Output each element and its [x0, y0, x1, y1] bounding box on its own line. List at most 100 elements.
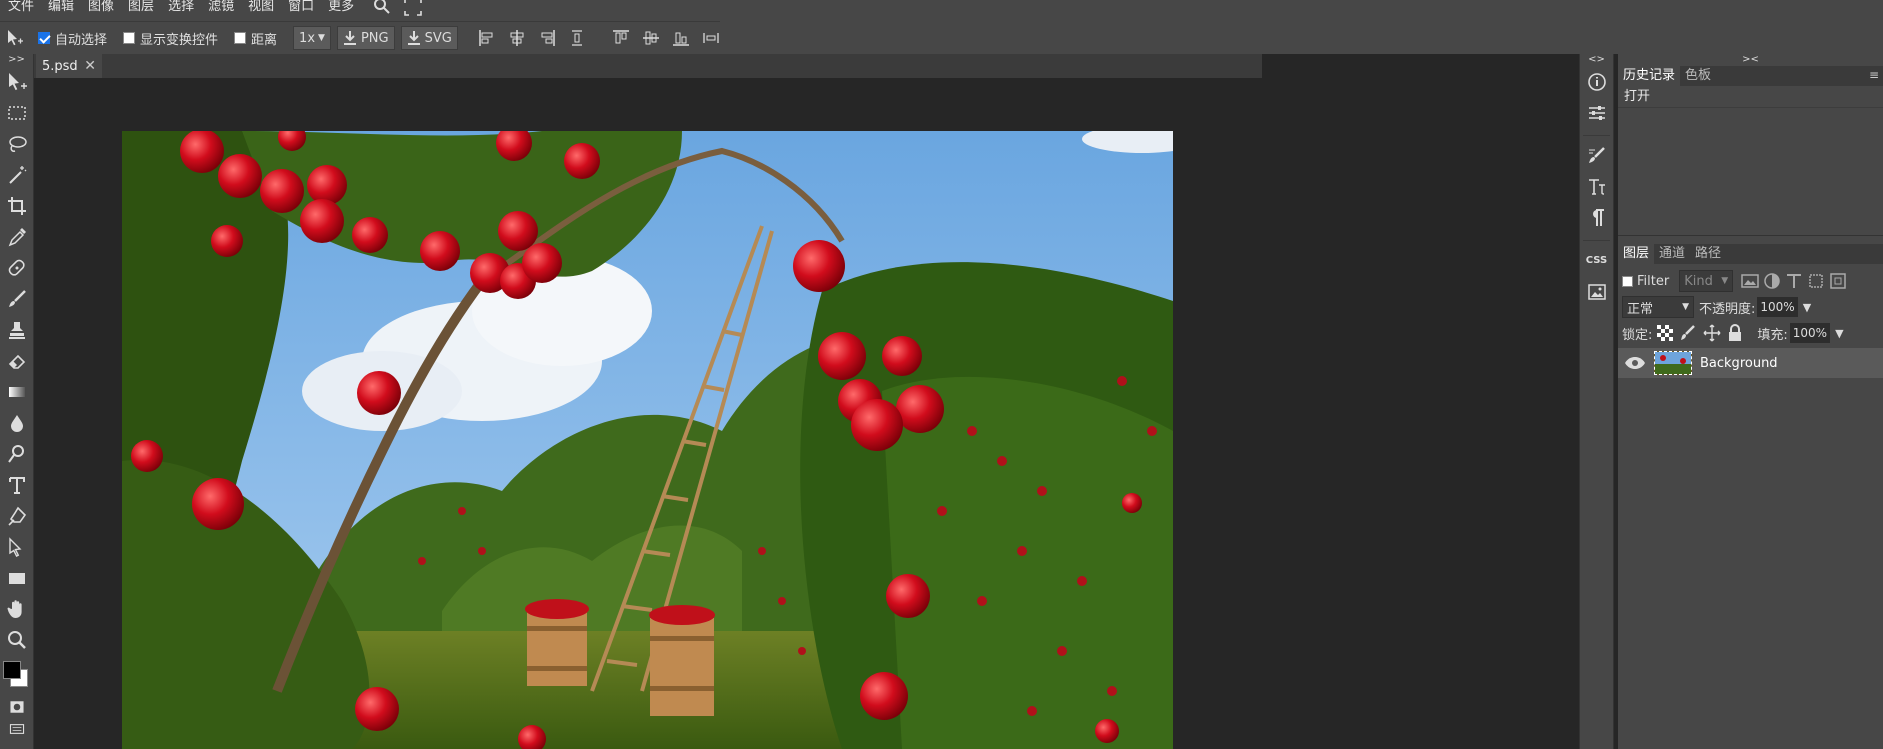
image-button[interactable] [1580, 276, 1613, 307]
align-vcenter-icon[interactable] [642, 29, 660, 47]
align-hcenter-icon[interactable] [508, 29, 526, 47]
fill-dropdown-icon[interactable]: ▼ [1835, 327, 1843, 340]
blend-mode-select[interactable]: 正常 ▼ [1622, 296, 1694, 318]
distance-label: 距离 [251, 32, 278, 48]
search-icon[interactable] [372, 0, 394, 16]
zoom-select[interactable]: 1x ▼ [293, 26, 331, 50]
document-image [122, 131, 1173, 749]
title-strip [720, 0, 1883, 22]
menu-view[interactable]: 视图 [244, 0, 284, 13]
eye-icon[interactable] [1624, 356, 1646, 370]
lock-pixels-icon[interactable] [1679, 324, 1697, 342]
panels-collapse[interactable]: >< [1618, 54, 1883, 66]
tool-path-select[interactable] [0, 531, 34, 562]
strip-collapse[interactable]: <> [1580, 54, 1613, 66]
show-transform-check[interactable] [123, 32, 136, 44]
distance-check[interactable] [234, 32, 247, 44]
adjustment-filter-icon[interactable] [1763, 272, 1781, 290]
align-right-icon[interactable] [538, 29, 556, 47]
blend-row: 正常 ▼ 不透明度: 100% ▼ [1618, 294, 1883, 320]
tool-lasso[interactable] [0, 128, 34, 159]
lock-all-icon[interactable] [1727, 324, 1743, 342]
foreground-color[interactable] [3, 661, 21, 679]
sliders-icon [1588, 105, 1605, 120]
eraser-icon [8, 354, 26, 369]
brush-settings-button[interactable] [1580, 140, 1613, 171]
auto-select-checkbox[interactable]: 自动选择 [38, 29, 107, 48]
align-top-icon[interactable] [612, 29, 630, 47]
tools-panel: >> [0, 54, 34, 749]
fullscreen-icon[interactable] [402, 0, 424, 16]
color-swatches[interactable] [0, 655, 33, 695]
opacity-input[interactable]: 100% [1757, 297, 1798, 317]
character-button[interactable] [1580, 171, 1613, 202]
tool-rectangle[interactable] [0, 562, 34, 593]
tab-channels[interactable]: 通道 [1654, 244, 1690, 264]
tab-paths[interactable]: 路径 [1690, 244, 1726, 264]
tool-marquee[interactable] [0, 97, 34, 128]
image-filter-icon[interactable] [1741, 273, 1759, 289]
menu-bar: 文件 编辑 图像 图层 选择 滤镜 视图 窗口 更多 [0, 0, 720, 22]
tool-hand[interactable] [0, 593, 34, 624]
move-tool-icon[interactable] [6, 29, 24, 47]
tab-swatches[interactable]: 色板 [1680, 66, 1716, 86]
menu-edit[interactable]: 编辑 [44, 0, 84, 13]
distance-checkbox[interactable]: 距离 [234, 29, 277, 48]
paragraph-button[interactable] [1580, 202, 1613, 233]
lock-transparent-icon[interactable] [1657, 325, 1674, 341]
tab-history[interactable]: 历史记录 [1618, 66, 1681, 86]
tool-move[interactable] [0, 66, 34, 97]
menu-layer[interactable]: 图层 [124, 0, 164, 13]
layer-row[interactable]: Background [1618, 348, 1883, 378]
history-item[interactable]: 打开 [1618, 86, 1883, 108]
tool-stamp[interactable] [0, 314, 34, 345]
align-bottom-icon[interactable] [672, 29, 690, 47]
tab-layers[interactable]: 图层 [1618, 244, 1655, 264]
info-button[interactable] [1580, 66, 1613, 97]
tool-brush[interactable] [0, 283, 34, 314]
shape-filter-icon[interactable] [1807, 272, 1825, 290]
align-left-icon[interactable] [478, 29, 496, 47]
tool-gradient[interactable] [0, 376, 34, 407]
menu-file[interactable]: 文件 [4, 0, 44, 13]
tool-healing[interactable] [0, 252, 34, 283]
filter-checkbox[interactable] [1622, 275, 1633, 287]
panel-menu-icon[interactable]: ≡ [1869, 68, 1879, 82]
tool-dodge[interactable] [0, 438, 34, 469]
layer-filter-row: Filter Kind ▼ [1618, 268, 1883, 294]
show-transform-label: 显示变换控件 [140, 32, 219, 48]
kind-select[interactable]: Kind ▼ [1679, 270, 1734, 292]
menu-image[interactable]: 图像 [84, 0, 124, 13]
tool-magic-wand[interactable] [0, 159, 34, 190]
tool-eraser[interactable] [0, 345, 34, 376]
distribute-horizontal-icon[interactable] [702, 29, 720, 47]
menu-select[interactable]: 选择 [164, 0, 204, 13]
menu-window[interactable]: 窗口 [284, 0, 324, 13]
tools-collapse[interactable]: >> [0, 54, 33, 66]
menu-filter[interactable]: 滤镜 [204, 0, 244, 13]
tool-type[interactable] [0, 469, 34, 500]
canvas-area[interactable] [34, 78, 1579, 749]
auto-select-check[interactable] [38, 32, 50, 44]
type-filter-icon[interactable] [1785, 272, 1803, 290]
menu-more[interactable]: 更多 [324, 0, 364, 13]
distribute-vertical-icon[interactable] [568, 29, 586, 47]
export-png-button[interactable]: PNG [336, 26, 395, 50]
css-button[interactable]: CSS [1580, 245, 1613, 276]
tool-zoom[interactable] [0, 624, 34, 655]
fill-input[interactable]: 100% [1789, 323, 1831, 343]
tool-eyedropper[interactable] [0, 221, 34, 252]
opacity-dropdown-icon[interactable]: ▼ [1803, 301, 1811, 314]
close-icon[interactable]: ✕ [84, 58, 96, 74]
tool-pen[interactable] [0, 500, 34, 531]
show-transform-checkbox[interactable]: 显示变换控件 [123, 29, 218, 48]
export-svg-button[interactable]: SVG [400, 26, 458, 50]
smart-filter-icon[interactable] [1829, 272, 1847, 290]
tab-document[interactable]: 5.psd ✕ [36, 54, 102, 78]
quick-mask[interactable] [0, 695, 34, 719]
screen-mode[interactable] [0, 719, 34, 739]
adjustments-button[interactable] [1580, 97, 1613, 128]
tool-crop[interactable] [0, 190, 34, 221]
tool-blur[interactable] [0, 407, 34, 438]
lock-position-icon[interactable] [1703, 324, 1721, 342]
